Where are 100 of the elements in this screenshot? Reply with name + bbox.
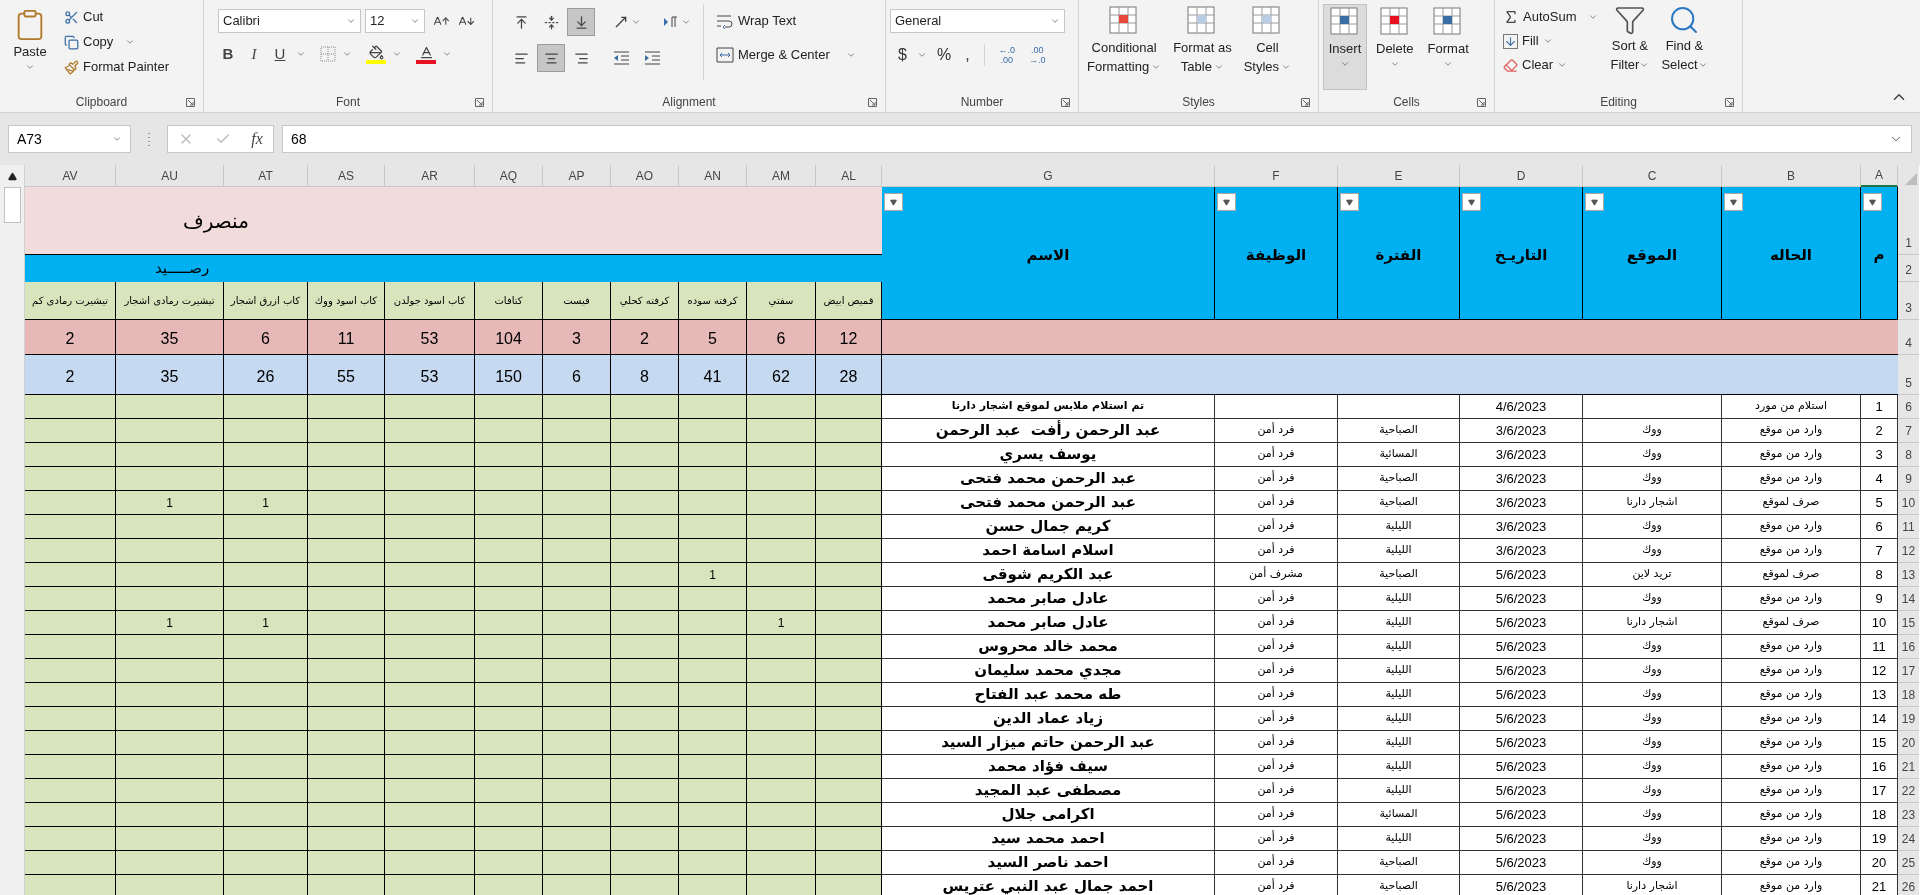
copy-button[interactable]: Copy	[60, 31, 173, 53]
styles-button[interactable]: Format as Table	[1169, 4, 1236, 76]
paragraph-direction-icon[interactable]	[663, 15, 679, 29]
row-header[interactable]: 10	[1898, 491, 1919, 515]
decimal-button[interactable]: ←.0 .00	[994, 45, 1020, 65]
filter-dropdown-button[interactable]	[1462, 193, 1481, 211]
fill-button[interactable]: Fill	[1499, 30, 1603, 52]
insert-function-button[interactable]: fx	[251, 127, 263, 151]
font-name-field[interactable]: Calibri	[218, 9, 361, 33]
cells-button[interactable]: Delete	[1371, 4, 1419, 90]
row-header[interactable]: 22	[1898, 779, 1919, 803]
filter-dropdown-button[interactable]	[1340, 193, 1359, 211]
row-header[interactable]: 15	[1898, 611, 1919, 635]
row-header[interactable]: 23	[1898, 803, 1919, 827]
row-header[interactable]: 25	[1898, 851, 1919, 875]
name-box[interactable]: A73	[8, 125, 131, 153]
decrease-indent-icon[interactable]	[613, 50, 630, 66]
row-header[interactable]: 21	[1898, 755, 1919, 779]
number-format-field[interactable]: General	[890, 9, 1065, 33]
font-style-button[interactable]: B	[218, 43, 238, 65]
orientation-icon[interactable]	[613, 14, 629, 30]
row-header[interactable]: 1	[1898, 187, 1919, 255]
font-style-button[interactable]: I	[244, 43, 264, 65]
row-header[interactable]: 26	[1898, 875, 1919, 895]
row-header[interactable]: 24	[1898, 827, 1919, 851]
font-size-field[interactable]: 12	[365, 9, 425, 33]
dialog-launcher-icon[interactable]	[186, 98, 195, 107]
column-header[interactable]: AL	[816, 165, 882, 187]
column-header[interactable]: AQ	[475, 165, 543, 187]
clear-button[interactable]: Clear	[1499, 54, 1603, 76]
row-header[interactable]: 19	[1898, 707, 1919, 731]
dialog-launcher-icon[interactable]	[475, 98, 484, 107]
row-header[interactable]: 3	[1898, 282, 1919, 320]
table-cell	[475, 875, 543, 895]
row-header[interactable]: 14	[1898, 587, 1919, 611]
column-header[interactable]: AU	[116, 165, 224, 187]
column-header[interactable]: C	[1583, 165, 1722, 187]
dialog-launcher-icon[interactable]	[1301, 98, 1310, 107]
cells-button[interactable]: Insert	[1323, 4, 1367, 90]
row-header[interactable]: 16	[1898, 635, 1919, 659]
formula-field[interactable]: 68	[282, 125, 1912, 153]
row-header[interactable]: 2	[1898, 255, 1919, 282]
sort-filter-button[interactable]: Sort & Filter	[1606, 4, 1654, 74]
row-header[interactable]: 12	[1898, 539, 1919, 563]
column-header[interactable]: AV	[25, 165, 116, 187]
column-header[interactable]: AM	[747, 165, 816, 187]
increase-indent-icon[interactable]	[644, 50, 661, 66]
number-format-button[interactable]: %	[932, 43, 956, 67]
filter-dropdown-button[interactable]	[884, 193, 903, 211]
column-header[interactable]: A	[1861, 165, 1898, 187]
styles-button[interactable]: Cell Styles	[1239, 4, 1296, 76]
scrollbar-thumb[interactable]	[3, 187, 21, 223]
cut-button[interactable]: Cut	[60, 6, 173, 28]
column-header[interactable]: G	[882, 165, 1215, 187]
column-header[interactable]: E	[1338, 165, 1460, 187]
horizontal-align-button[interactable]	[537, 44, 565, 72]
column-header[interactable]: AT	[224, 165, 308, 187]
paste-button[interactable]: Paste	[4, 4, 56, 72]
row-header[interactable]: 13	[1898, 563, 1919, 587]
merge-center-button[interactable]: Merge & Center	[712, 43, 860, 67]
wrap-text-button[interactable]: Wrap Text	[712, 9, 860, 33]
column-header[interactable]: B	[1722, 165, 1861, 187]
filter-dropdown-button[interactable]	[1863, 193, 1882, 211]
find-select-button[interactable]: Find & Select	[1657, 4, 1712, 74]
font-color-button[interactable]	[416, 44, 436, 64]
row-header[interactable]: 17	[1898, 659, 1919, 683]
format-painter-button[interactable]: Format Painter	[60, 56, 173, 78]
filter-dropdown-button[interactable]	[1724, 193, 1743, 211]
column-header[interactable]: F	[1215, 165, 1338, 187]
font-style-button[interactable]: U	[270, 43, 290, 65]
column-header[interactable]: AP	[543, 165, 611, 187]
row-header[interactable]: 7	[1898, 419, 1919, 443]
number-format-button[interactable]: $	[894, 43, 911, 67]
dialog-launcher-icon[interactable]	[868, 98, 877, 107]
row-header[interactable]: 8	[1898, 443, 1919, 467]
dialog-launcher-icon[interactable]	[1477, 98, 1486, 107]
dialog-launcher-icon[interactable]	[1725, 98, 1734, 107]
column-header[interactable]: AR	[385, 165, 475, 187]
row-header[interactable]: 6	[1898, 395, 1919, 419]
filter-dropdown-button[interactable]	[1585, 193, 1604, 211]
column-header[interactable]: AN	[679, 165, 747, 187]
filter-dropdown-button[interactable]	[1217, 193, 1236, 211]
column-header[interactable]: D	[1460, 165, 1583, 187]
dialog-launcher-icon[interactable]	[1061, 98, 1070, 107]
column-header[interactable]: AS	[308, 165, 385, 187]
number-format-button[interactable]: ,	[961, 43, 974, 67]
vertical-align-button[interactable]	[567, 8, 595, 36]
column-header[interactable]: AO	[611, 165, 679, 187]
styles-button[interactable]: Conditional Formatting	[1083, 4, 1166, 76]
autosum-button[interactable]: AutoSum	[1499, 6, 1603, 28]
row-header[interactable]: 4	[1898, 320, 1919, 355]
row-header[interactable]: 20	[1898, 731, 1919, 755]
fill-color-button[interactable]	[366, 44, 386, 64]
row-header[interactable]: 11	[1898, 515, 1919, 539]
cells-button[interactable]: Format	[1422, 4, 1474, 90]
decimal-button[interactable]: .00 →.0	[1025, 45, 1050, 65]
scroll-up-icon[interactable]	[7, 172, 17, 181]
row-header[interactable]: 5	[1898, 355, 1919, 395]
row-header[interactable]: 18	[1898, 683, 1919, 707]
row-header[interactable]: 9	[1898, 467, 1919, 491]
